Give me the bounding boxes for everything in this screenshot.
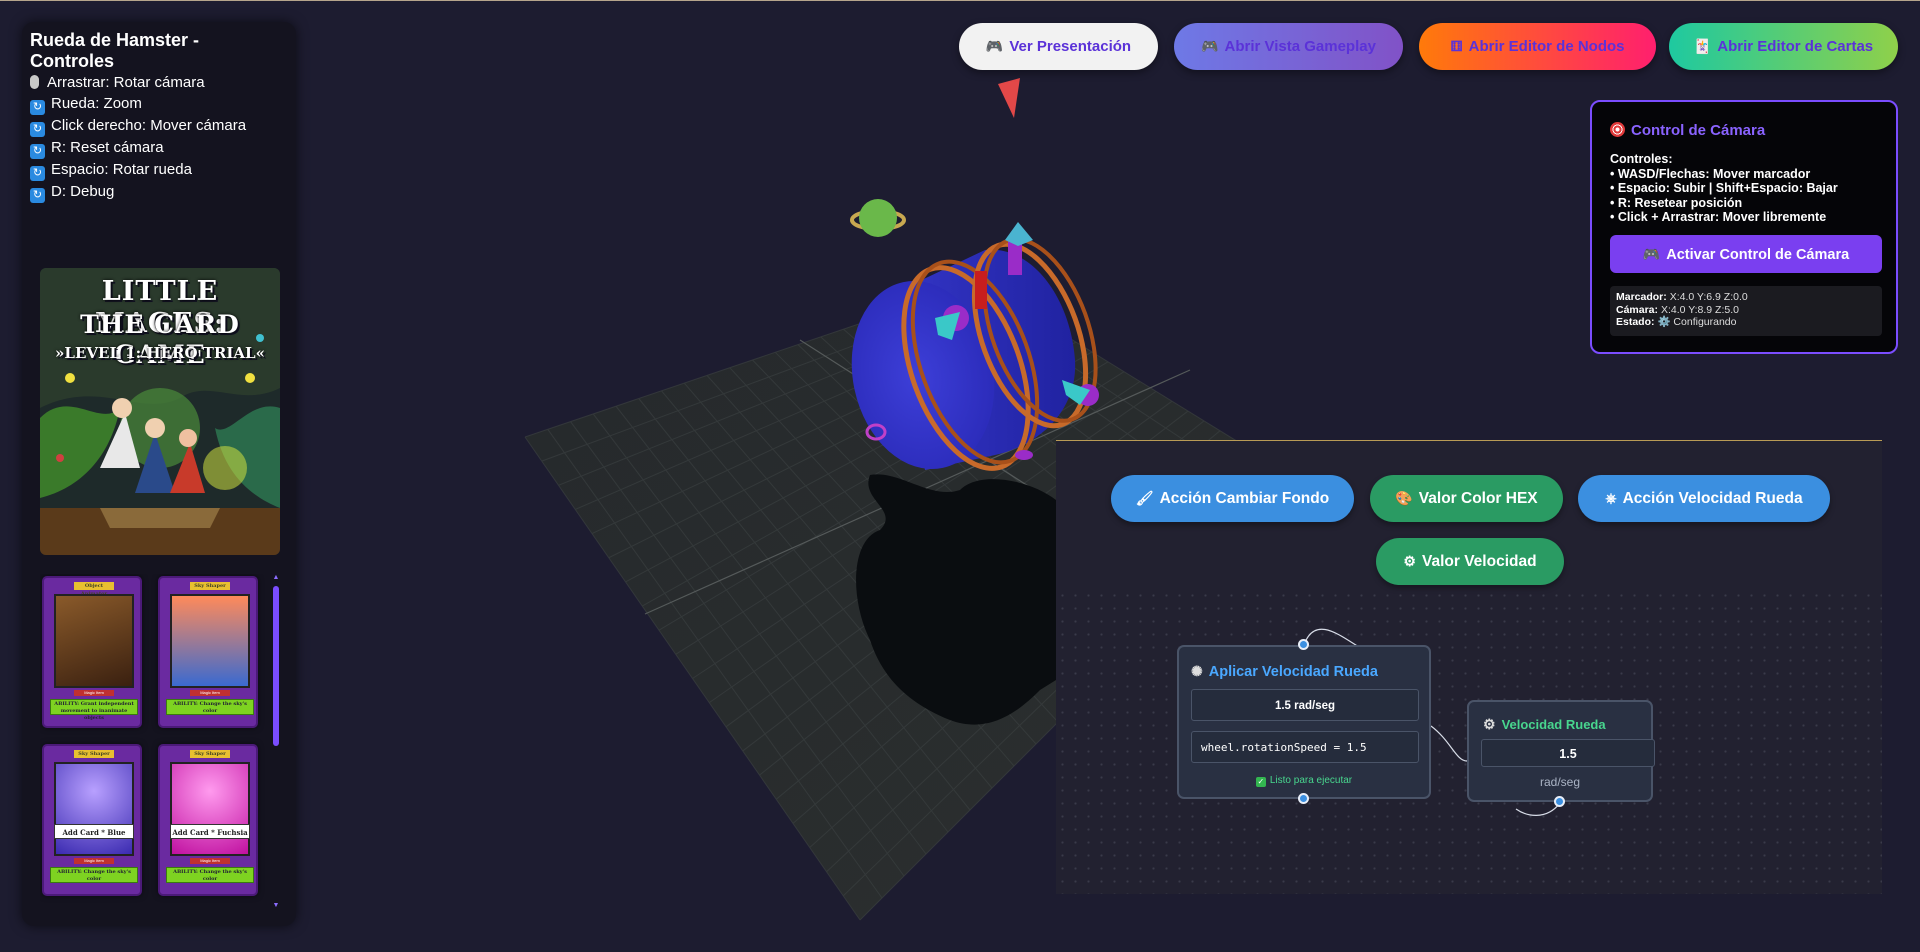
help-line-drag: Arrastrar: Rotar cámara bbox=[30, 72, 276, 93]
refresh-icon: ↻ bbox=[30, 188, 45, 203]
camera-help-line: • Click + Arrastrar: Mover libremente bbox=[1610, 210, 1827, 224]
card-type: Magic Item bbox=[74, 690, 114, 696]
connection-wire bbox=[1430, 725, 1468, 762]
refresh-icon: ↻ bbox=[30, 144, 45, 159]
open-card-editor-button[interactable]: 🃏 Abrir Editor de Cartas bbox=[1669, 23, 1898, 70]
card-banner: Add Card * Blue bbox=[54, 824, 134, 839]
refresh-icon: ↻ bbox=[30, 166, 45, 181]
wheel-speed-value-node[interactable]: ⚙ Velocidad Rueda 1.5 rad/seg bbox=[1467, 700, 1655, 802]
scroll-down-arrow-icon[interactable]: ▼ bbox=[272, 902, 280, 910]
card-grid-scrollbar[interactable]: ▲ ▼ bbox=[272, 574, 280, 910]
check-icon: ✓ bbox=[1255, 777, 1266, 787]
card-image bbox=[170, 762, 250, 856]
controls-help: Rueda de Hamster - Controles Arrastrar: … bbox=[30, 30, 276, 203]
planet-decoration bbox=[850, 199, 906, 237]
card-banner: Add Card * Fuchsia bbox=[170, 824, 250, 839]
input-port[interactable] bbox=[1298, 639, 1309, 650]
camera-help-line: • R: Resetear posición bbox=[1610, 195, 1743, 210]
refresh-icon: ↻ bbox=[30, 122, 45, 137]
card-ability: ABILITY: Change the sky's color bbox=[50, 867, 138, 883]
card-image bbox=[170, 594, 250, 688]
help-line-debug: ↻ D: Debug bbox=[30, 181, 276, 203]
gamepad-icon: 🎮 bbox=[1642, 246, 1661, 262]
mini-card[interactable]: Object Animator Magic Item ABILITY: Gran… bbox=[42, 576, 142, 728]
camera-status-box: Marcador: X:4.0 Y:6.9 Z:0.0 Cámara: X:4.… bbox=[1610, 286, 1882, 336]
mouse-icon bbox=[30, 75, 39, 89]
help-line-right-click: ↻ Click derecho: Mover cámara bbox=[30, 115, 276, 137]
camera-controls-help: Controles: • WASD/Flechas: Mover marcado… bbox=[1610, 152, 1890, 225]
camera-help-line: • Espacio: Subir | Shift+Espacio: Bajar bbox=[1610, 181, 1838, 195]
ready-status: ✓ Listo para ejecutar bbox=[1255, 775, 1353, 787]
card-image bbox=[54, 594, 134, 688]
node-editor-panel[interactable]: 🖌 Acción Cambiar Fondo 🎨 Valor Color HEX ⎈… bbox=[1056, 440, 1882, 894]
output-port[interactable] bbox=[1554, 796, 1565, 807]
card-ability: ABILITY: Grant independent movement to i… bbox=[50, 699, 138, 721]
scroll-thumb[interactable] bbox=[273, 586, 279, 746]
card-art-level: »LEVEL 1: HERO TRIAL« bbox=[55, 344, 265, 362]
mini-card[interactable]: Sky Shaper Magic Item ABILITY: Change th… bbox=[158, 576, 258, 728]
node-title: ✺ Aplicar Velocidad Rueda bbox=[1191, 663, 1378, 680]
camera-position: Cámara: X:4.0 Y:8.9 Z:5.0 bbox=[1616, 303, 1739, 316]
camera-control-panel: Control de Cámara Controles: • WASD/Flec… bbox=[1590, 100, 1898, 354]
camera-help-line: • WASD/Flechas: Mover marcador bbox=[1610, 166, 1811, 181]
camera-controls-label: Controles: bbox=[1610, 152, 1673, 166]
card-ability: ABILITY: Change the sky's color bbox=[166, 699, 254, 715]
activate-camera-control-button[interactable]: 🎮 Activar Control de Cámara bbox=[1610, 235, 1882, 273]
playing-card-icon: 🃏 bbox=[1693, 38, 1712, 54]
card-name: Object Animator bbox=[74, 582, 114, 597]
gamepad-icon: 🎮 bbox=[985, 38, 1004, 54]
target-icon bbox=[1610, 122, 1625, 137]
scroll-up-arrow-icon[interactable]: ▲ bbox=[272, 574, 280, 582]
card-name: Sky Shaper bbox=[74, 750, 114, 758]
view-presentation-button[interactable]: 🎮 Ver Presentación bbox=[959, 23, 1158, 70]
speed-display: 1.5 rad/seg bbox=[1191, 689, 1419, 721]
gear-icon: ⚙ bbox=[1483, 716, 1496, 732]
camera-panel-title: Control de Cámara bbox=[1610, 122, 1765, 139]
card-ability: ABILITY: Change the sky's color bbox=[166, 867, 254, 883]
card-name: Sky Shaper bbox=[190, 582, 230, 590]
mini-card[interactable]: Sky Shaper Add Card * Fuchsia Magic Item… bbox=[158, 744, 258, 896]
help-line-space: ↻ Espacio: Rotar rueda bbox=[30, 159, 276, 181]
help-line-wheel: ↻ Rueda: Zoom bbox=[30, 93, 276, 115]
gamepad-icon: 🎮 bbox=[1201, 38, 1219, 54]
node-title: ⚙ Velocidad Rueda bbox=[1483, 716, 1606, 732]
speed-unit: rad/seg bbox=[1539, 775, 1581, 789]
card-type: Magic Item bbox=[74, 858, 114, 864]
dice-icon: ⚅ bbox=[1450, 38, 1463, 54]
apply-wheel-speed-node[interactable]: ✺ Aplicar Velocidad Rueda 1.5 rad/seg whe… bbox=[1177, 645, 1431, 799]
card-grid[interactable]: Object Animator Magic Item ABILITY: Gran… bbox=[40, 574, 272, 910]
card-name: Sky Shaper bbox=[190, 750, 230, 758]
card-type: Magic Item bbox=[190, 858, 230, 864]
marker-position: Marcador: X:4.0 Y:6.9 Z:0.0 bbox=[1616, 291, 1748, 303]
open-node-editor-button[interactable]: ⚅ Abrir Editor de Nodos bbox=[1419, 23, 1656, 70]
help-line-reset: ↻ R: Reset cámara bbox=[30, 137, 276, 159]
controls-title: Rueda de Hamster - Controles bbox=[30, 30, 200, 71]
camera-state: Estado: ⚙️ Configurando bbox=[1616, 316, 1737, 328]
mini-card[interactable]: Sky Shaper Add Card * Blue Magic Item AB… bbox=[42, 744, 142, 896]
open-gameplay-view-button[interactable]: 🎮 Abrir Vista Gameplay bbox=[1174, 23, 1403, 70]
sparkle-icon: ✺ bbox=[1191, 663, 1203, 679]
connection-wire bbox=[1515, 802, 1561, 816]
marker-cone bbox=[998, 78, 1020, 118]
speed-value-input[interactable]: 1.5 bbox=[1481, 739, 1655, 767]
card-image bbox=[54, 762, 134, 856]
code-preview: wheel.rotationSpeed = 1.5 bbox=[1191, 731, 1419, 763]
output-port[interactable] bbox=[1298, 793, 1309, 804]
refresh-icon: ↻ bbox=[30, 100, 45, 115]
card-type: Magic Item bbox=[190, 690, 230, 696]
card-game-artwork: LITTLE MAGES: THE CARD GAME »LEVEL 1: HE… bbox=[40, 268, 280, 555]
